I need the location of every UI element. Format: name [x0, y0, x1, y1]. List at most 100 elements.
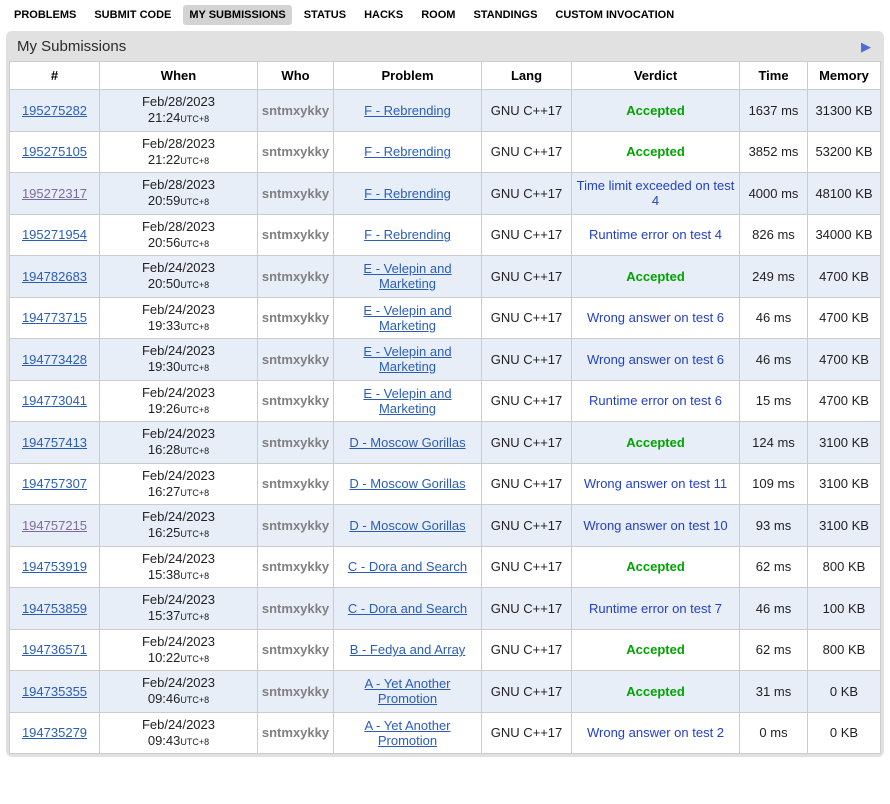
lang-cell: GNU C++17 — [482, 629, 572, 671]
submission-id-link[interactable]: 194753919 — [22, 559, 87, 574]
nav-item-standings[interactable]: STANDINGS — [467, 5, 543, 25]
memory-cell: 800 KB — [808, 546, 881, 588]
user-handle[interactable]: sntmxykky — [262, 352, 329, 367]
user-handle[interactable]: sntmxykky — [262, 476, 329, 491]
verdict-cell: Runtime error on test 6 — [572, 380, 740, 422]
when-time: 09:46UTC+8 — [103, 691, 254, 707]
time-of-day: 16:25 — [148, 525, 181, 540]
verdict-label: Accepted — [626, 684, 685, 699]
timezone-label: UTC+8 — [180, 446, 209, 456]
submission-id-link[interactable]: 194757307 — [22, 476, 87, 491]
problem-link[interactable]: E - Velepin and Marketing — [363, 386, 451, 416]
submission-id-link[interactable]: 194773041 — [22, 393, 87, 408]
verdict-cell: Accepted — [572, 671, 740, 713]
user-handle[interactable]: sntmxykky — [262, 144, 329, 159]
problem-cell: F - Rebrending — [334, 173, 482, 215]
problem-link[interactable]: D - Moscow Gorillas — [349, 518, 465, 533]
verdict-label: Runtime error on test 6 — [589, 393, 722, 408]
time-of-day: 20:59 — [148, 193, 181, 208]
problem-link[interactable]: C - Dora and Search — [348, 601, 467, 616]
user-handle[interactable]: sntmxykky — [262, 642, 329, 657]
who-cell: sntmxykky — [258, 712, 334, 754]
user-handle[interactable]: sntmxykky — [262, 186, 329, 201]
submission-id-link[interactable]: 194773715 — [22, 310, 87, 325]
submission-id-link[interactable]: 195275105 — [22, 144, 87, 159]
submissions-tbody: 195275282Feb/28/202321:24UTC+8sntmxykkyF… — [10, 90, 881, 754]
submission-id-link[interactable]: 194753859 — [22, 601, 87, 616]
user-handle[interactable]: sntmxykky — [262, 559, 329, 574]
user-handle[interactable]: sntmxykky — [262, 227, 329, 242]
memory-cell: 4700 KB — [808, 339, 881, 381]
submission-row: 194757215 Feb/24/202316:25UTC+8 sntmxykky D… — [10, 505, 881, 547]
problem-link[interactable]: C - Dora and Search — [348, 559, 467, 574]
nav-item-my-submissions[interactable]: MY SUBMISSIONS — [183, 5, 291, 25]
nav-item-submit-code[interactable]: SUBMIT CODE — [88, 5, 177, 25]
user-handle[interactable]: sntmxykky — [262, 725, 329, 740]
verdict-cell: Wrong answer on test 10 — [572, 505, 740, 547]
problem-link[interactable]: E - Velepin and Marketing — [363, 261, 451, 291]
problem-link[interactable]: A - Yet Another Promotion — [364, 676, 450, 706]
user-handle[interactable]: sntmxykky — [262, 310, 329, 325]
submission-id-link[interactable]: 194735355 — [22, 684, 87, 699]
time-cell: 826 ms — [740, 214, 808, 256]
timezone-label: UTC+8 — [180, 488, 209, 498]
user-handle[interactable]: sntmxykky — [262, 103, 329, 118]
who-cell: sntmxykky — [258, 90, 334, 132]
who-cell: sntmxykky — [258, 339, 334, 381]
submission-id-link[interactable]: 194757215 — [22, 518, 87, 533]
user-handle[interactable]: sntmxykky — [262, 269, 329, 284]
submission-id-link[interactable]: 194757413 — [22, 435, 87, 450]
column-header: Time — [740, 62, 808, 90]
when-date: Feb/24/2023 — [103, 468, 254, 484]
nav-item-custom-invocation[interactable]: CUSTOM INVOCATION — [549, 5, 680, 25]
verdict-cell: Accepted — [572, 546, 740, 588]
timezone-label: UTC+8 — [180, 571, 209, 581]
when-time: 15:38UTC+8 — [103, 567, 254, 583]
submission-id-link[interactable]: 194782683 — [22, 269, 87, 284]
problem-link[interactable]: F - Rebrending — [364, 103, 451, 118]
problem-link[interactable]: F - Rebrending — [364, 144, 451, 159]
time-of-day: 15:37 — [148, 608, 181, 623]
verdict-label: Accepted — [626, 559, 685, 574]
time-cell: 46 ms — [740, 297, 808, 339]
submission-id-cell: 194757215 — [10, 505, 100, 547]
user-handle[interactable]: sntmxykky — [262, 518, 329, 533]
nav-item-room[interactable]: ROOM — [415, 5, 461, 25]
submission-id-cell: 195272317 — [10, 173, 100, 215]
problem-cell: D - Moscow Gorillas — [334, 422, 482, 464]
problem-link[interactable]: F - Rebrending — [364, 227, 451, 242]
problem-link[interactable]: B - Fedya and Array — [350, 642, 466, 657]
nav-item-problems[interactable]: PROBLEMS — [8, 5, 82, 25]
problem-link[interactable]: A - Yet Another Promotion — [364, 718, 450, 748]
user-handle[interactable]: sntmxykky — [262, 393, 329, 408]
submission-id-link[interactable]: 195272317 — [22, 186, 87, 201]
submission-id-link[interactable]: 195271954 — [22, 227, 87, 242]
lang-cell: GNU C++17 — [482, 131, 572, 173]
submission-id-link[interactable]: 194735279 — [22, 725, 87, 740]
nav-item-hacks[interactable]: HACKS — [358, 5, 409, 25]
problem-link[interactable]: D - Moscow Gorillas — [349, 435, 465, 450]
when-date: Feb/24/2023 — [103, 302, 254, 318]
submission-id-link[interactable]: 195275282 — [22, 103, 87, 118]
verdict-label: Wrong answer on test 10 — [583, 518, 727, 533]
user-handle[interactable]: sntmxykky — [262, 601, 329, 616]
nav-item-status[interactable]: STATUS — [298, 5, 352, 25]
submission-row: 194773715Feb/24/202319:33UTC+8sntmxykkyE… — [10, 297, 881, 339]
expand-arrow-icon[interactable]: ▶ — [859, 39, 873, 55]
submission-id-link[interactable]: 194736571 — [22, 642, 87, 657]
user-handle[interactable]: sntmxykky — [262, 435, 329, 450]
problem-link[interactable]: E - Velepin and Marketing — [363, 303, 451, 333]
submission-row: 195272317Feb/28/202320:59UTC+8sntmxykkyF… — [10, 173, 881, 215]
when-date: Feb/24/2023 — [103, 675, 254, 691]
verdict-label: Accepted — [626, 642, 685, 657]
verdict-label: Accepted — [626, 435, 685, 450]
lang-cell: GNU C++17 — [482, 297, 572, 339]
user-handle[interactable]: sntmxykky — [262, 684, 329, 699]
problem-link[interactable]: D - Moscow Gorillas — [349, 476, 465, 491]
when-cell: Feb/24/202316:25UTC+8 — [100, 505, 258, 547]
problem-link[interactable]: F - Rebrending — [364, 186, 451, 201]
when-time: 10:22UTC+8 — [103, 650, 254, 666]
submission-id-link[interactable]: 194773428 — [22, 352, 87, 367]
problem-link[interactable]: E - Velepin and Marketing — [363, 344, 451, 374]
submissions-table: #WhenWhoProblemLangVerdictTimeMemory 195… — [9, 61, 881, 754]
